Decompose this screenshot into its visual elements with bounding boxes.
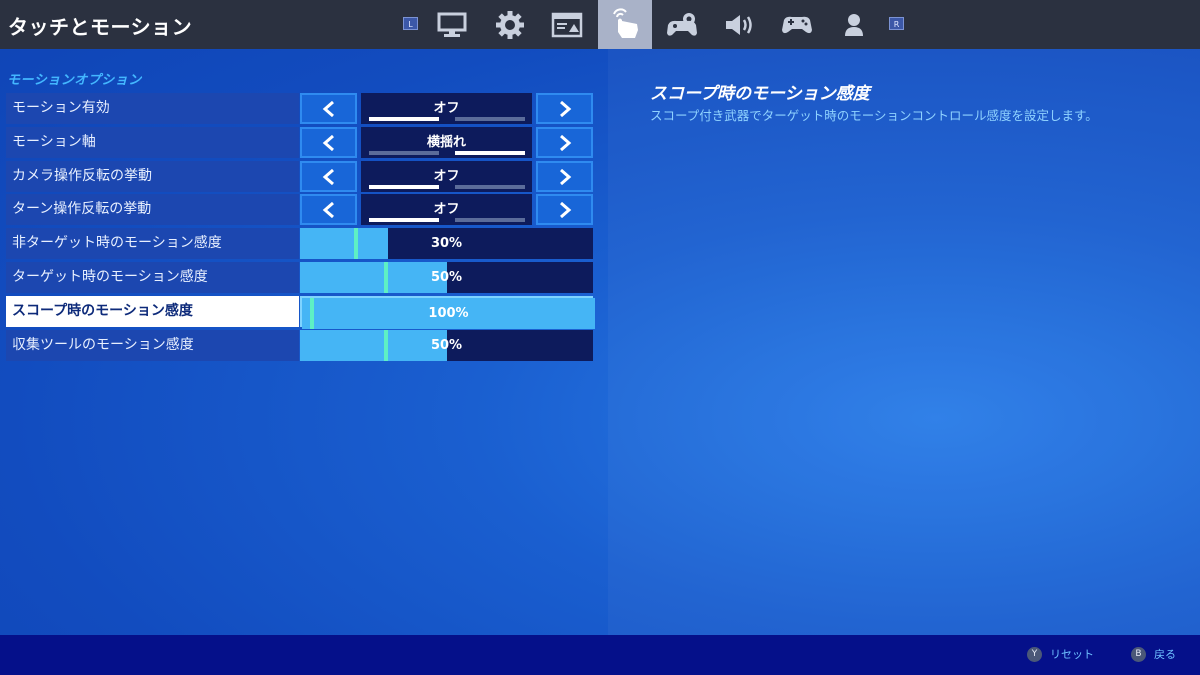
tab-controller[interactable] — [770, 0, 824, 49]
option-value: オフ — [433, 202, 460, 217]
setting-row[interactable]: モーション有効 オフ — [6, 93, 593, 124]
chevron-left-icon — [322, 201, 334, 218]
tab-touch-motion[interactable] — [598, 0, 652, 49]
option-indicator — [369, 185, 439, 189]
option-indicator — [455, 218, 525, 222]
gear-icon — [496, 10, 524, 39]
chevron-right-icon — [559, 201, 571, 218]
reset-label: リセット — [1050, 648, 1094, 661]
chevron-right-icon — [559, 100, 571, 117]
previous-option-button[interactable] — [300, 93, 357, 124]
setting-label: ターゲット時のモーション感度 — [6, 262, 299, 293]
touch-hand-icon — [613, 7, 638, 38]
page-title: タッチとモーション — [8, 15, 193, 39]
option-value-box: オフ — [361, 161, 532, 192]
bottom-bar — [0, 635, 1200, 675]
setting-row[interactable]: ターン操作反転の挙動 オフ — [6, 194, 593, 225]
tab-account[interactable] — [827, 0, 881, 49]
controller-gear-icon — [667, 12, 697, 36]
option-value: オフ — [433, 101, 460, 116]
tab-hud[interactable] — [540, 0, 594, 49]
y-button-icon: Y — [1027, 646, 1042, 662]
option-indicator — [369, 218, 439, 222]
setting-row[interactable]: カメラ操作反転の挙動 オフ — [6, 161, 593, 192]
chevron-left-icon — [322, 134, 334, 151]
next-option-button[interactable] — [536, 194, 593, 225]
option-indicator — [369, 151, 439, 155]
next-option-button[interactable] — [536, 93, 593, 124]
option-value-box: 横揺れ — [361, 127, 532, 158]
speaker-icon — [726, 14, 752, 35]
setting-label: 非ターゲット時のモーション感度 — [6, 228, 299, 259]
previous-option-button[interactable] — [300, 161, 357, 192]
setting-label: モーション軸 — [6, 127, 299, 158]
previous-option-button[interactable] — [300, 194, 357, 225]
option-indicator — [369, 117, 439, 121]
b-button-icon: B — [1131, 646, 1146, 662]
chevron-right-icon — [559, 134, 571, 151]
gamepad-icon — [782, 16, 812, 33]
tab-controller-options[interactable] — [655, 0, 709, 49]
setting-row[interactable]: モーション軸 横揺れ — [6, 127, 593, 158]
option-value-box: オフ — [361, 194, 532, 225]
person-icon — [845, 13, 863, 36]
next-option-button[interactable] — [536, 127, 593, 158]
slider-value: 30% — [430, 236, 463, 251]
slider-value: 50% — [430, 338, 463, 353]
slider-value: 100% — [428, 306, 469, 321]
sensitivity-slider[interactable]: 30% — [300, 228, 593, 259]
sensitivity-slider[interactable]: 50% — [300, 330, 593, 361]
hud-layout-icon — [551, 12, 583, 37]
setting-label: 収集ツールのモーション感度 — [6, 330, 299, 361]
sensitivity-slider[interactable]: 50% — [300, 262, 593, 293]
sensitivity-slider[interactable]: 100% — [300, 296, 595, 329]
chevron-left-icon — [322, 100, 334, 117]
option-indicator — [455, 185, 525, 189]
setting-label: モーション有効 — [6, 93, 299, 124]
chevron-right-icon — [559, 168, 571, 185]
slider-value: 50% — [430, 270, 463, 285]
setting-row[interactable]: ターゲット時のモーション感度 50% — [6, 262, 593, 293]
option-indicator — [455, 117, 525, 121]
tab-game-settings[interactable] — [483, 0, 537, 49]
option-indicator — [455, 151, 525, 155]
setting-label: ターン操作反転の挙動 — [6, 194, 299, 225]
setting-row[interactable]: 非ターゲット時のモーション感度 30% — [6, 228, 593, 259]
next-option-button[interactable] — [536, 161, 593, 192]
left-bumper-hint: L — [403, 17, 418, 30]
setting-row[interactable]: 収集ツールのモーション感度 50% — [6, 330, 593, 361]
right-bumper-hint: R — [889, 17, 904, 30]
back-hint[interactable]: B 戻る — [1131, 646, 1176, 662]
option-value-box: オフ — [361, 93, 532, 124]
tab-display[interactable] — [425, 0, 479, 49]
description-text: スコープ付き武器でターゲット時のモーションコントロール感度を設定します。 — [650, 108, 1098, 123]
description-title: スコープ時のモーション感度 — [650, 84, 870, 104]
option-value: オフ — [433, 169, 460, 184]
description-panel — [608, 49, 1200, 635]
setting-row[interactable]: スコープ時のモーション感度 100% — [6, 296, 595, 329]
previous-option-button[interactable] — [300, 127, 357, 158]
back-label: 戻る — [1154, 648, 1176, 661]
reset-hint[interactable]: Y リセット — [1027, 646, 1094, 662]
top-bar: タッチとモーション L R — [0, 0, 1200, 49]
setting-label: カメラ操作反転の挙動 — [6, 161, 299, 192]
monitor-icon — [437, 12, 467, 37]
tab-audio[interactable] — [713, 0, 767, 49]
chevron-left-icon — [322, 168, 334, 185]
option-value: 横揺れ — [426, 135, 466, 150]
setting-label: スコープ時のモーション感度 — [6, 296, 299, 327]
section-title: モーションオプション — [7, 73, 142, 88]
